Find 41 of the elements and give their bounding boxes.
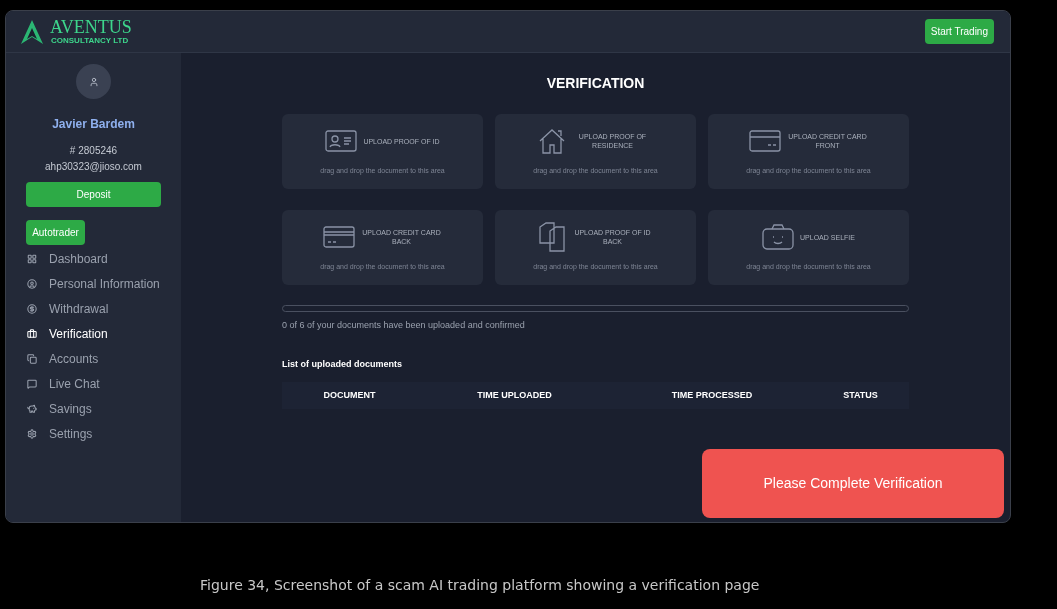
dollar-icon — [27, 303, 37, 314]
sidebar-item[interactable]: Verification — [6, 321, 181, 346]
copy-icon — [27, 353, 37, 364]
house-icon — [537, 128, 566, 155]
start-trading-button[interactable]: Start Trading — [924, 19, 994, 44]
piggy-bank-icon — [27, 403, 37, 414]
briefcase-icon — [27, 328, 37, 339]
sidebar-item[interactable]: Personal Information — [6, 271, 181, 296]
notification-toast: Please Complete Verification — [702, 449, 1004, 518]
person-icon — [27, 278, 37, 289]
sidebar-item[interactable]: Settings — [6, 421, 181, 446]
documents-icon — [537, 222, 566, 253]
sidebar-item[interactable]: Savings — [6, 396, 181, 421]
logo-name: AVENTUS — [50, 18, 132, 36]
settings-icon — [27, 428, 37, 439]
sidebar-item[interactable]: Live Chat — [6, 371, 181, 396]
autotrader-button[interactable]: Autotrader — [26, 220, 85, 245]
account-number: # 2805246 — [69, 144, 118, 158]
figure-caption: Figure 34, Screenshot of a scam AI trading platform showing a verification page — [200, 576, 760, 595]
column-header: TIME UPLOADED — [476, 388, 553, 402]
page-title: VERIFICATION — [545, 74, 646, 93]
camera-icon — [762, 224, 795, 251]
sidebar-item[interactable]: Withdrawal — [6, 296, 181, 321]
sidebar-item[interactable]: Accounts — [6, 346, 181, 371]
dashboard-icon — [27, 253, 37, 264]
progress-text: 0 of 6 of your documents have been uploaded and confirmed — [282, 319, 526, 332]
credit-card-icon — [748, 130, 781, 153]
deposit-button[interactable]: Deposit — [26, 182, 161, 207]
column-header: TIME PROCESSED — [670, 388, 754, 402]
logo-icon — [20, 18, 44, 45]
sidebar-item[interactable]: Dashboard — [6, 246, 181, 271]
user-name: Javier Bardem — [52, 116, 135, 133]
chat-icon — [27, 378, 37, 389]
id-card-icon — [325, 130, 358, 153]
list-title: List of uploaded documents — [282, 357, 403, 371]
user-email: ahp30323@jioso.com — [45, 160, 142, 174]
logo-tagline: CONSULTANCY LTD — [51, 36, 130, 45]
credit-card-icon — [322, 226, 355, 249]
user-icon — [88, 76, 99, 87]
column-header: STATUS — [842, 388, 879, 402]
column-header: DOCUMENT — [322, 388, 377, 402]
